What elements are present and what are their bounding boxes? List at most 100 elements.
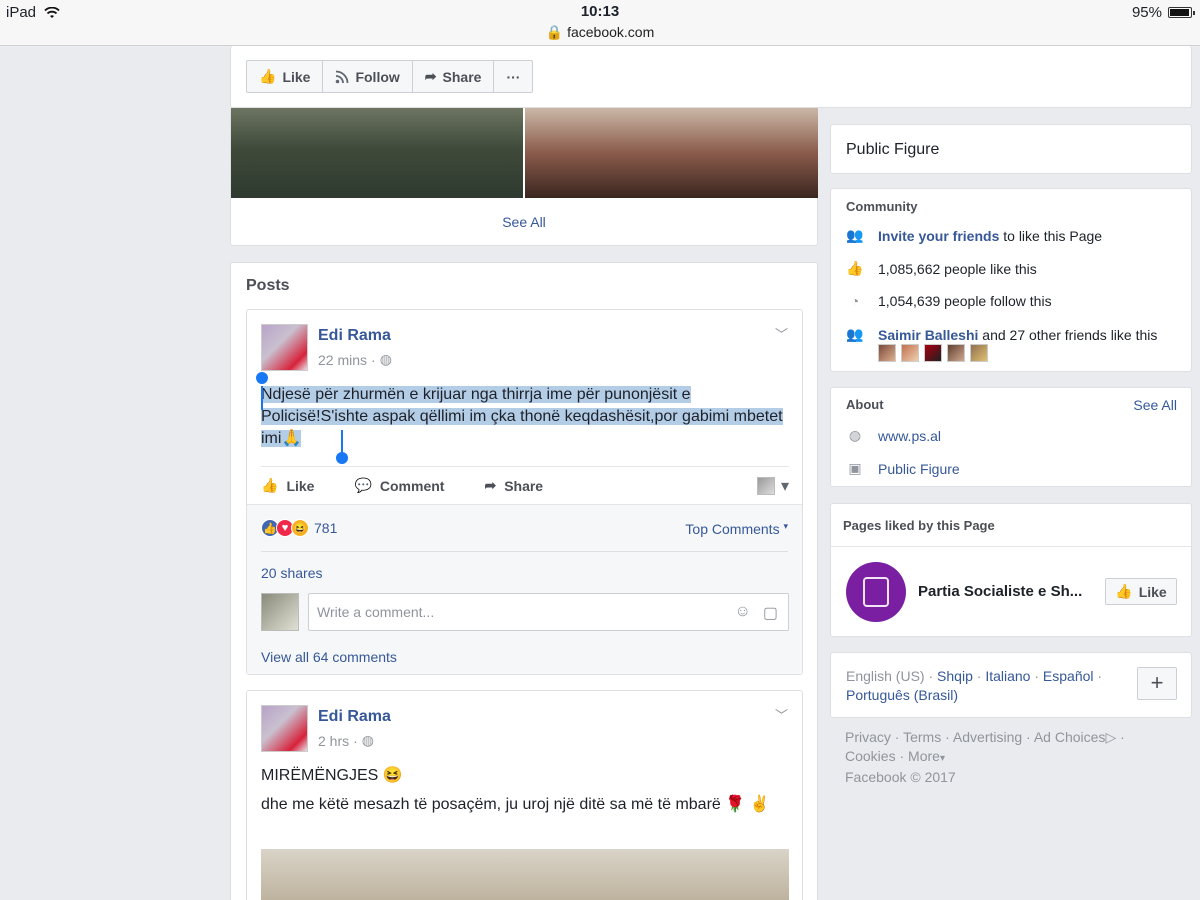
thumbs-up-icon: 👍 [261,477,279,493]
footer-link[interactable]: Ad Choices [1034,729,1106,745]
post-text-line: MIRËMËNGJES 😆 [261,767,403,784]
footer-link[interactable]: Advertising [953,729,1022,745]
see-all-photos-link[interactable]: See All [231,214,817,230]
invite-friends-row: 👥 Invite your friends to like this Page [846,227,1102,244]
add-language-button[interactable]: + [1137,667,1177,700]
photo-audience[interactable] [525,108,818,198]
author-name[interactable]: Edi Rama [318,327,391,345]
photo-rally-crowd[interactable] [231,108,523,198]
friend-thumbnails [878,344,988,362]
thumbs-up-icon: 👍 [259,68,277,84]
sticker-icon[interactable]: ▢ [763,603,778,623]
url-text: facebook.com [567,24,655,40]
likes-row: 👍 1,085,662 people like this [846,260,1037,277]
selection-end-caret [341,430,343,454]
category-link[interactable]: Public Figure [878,461,960,477]
feedback-section: 👍 ♥ 😆 781 Top Comments ▾ 20 shares Write… [247,504,802,674]
current-language: English (US) [846,668,925,684]
friend-thumbnail[interactable] [901,344,919,362]
language-option[interactable]: Português (Brasil) [846,687,958,703]
post-text-line: dhe me këtë mesazh të posaçëm, ju uroj n… [261,796,770,813]
battery-icon [1168,7,1195,18]
post-share-button[interactable]: ➦ Share [484,477,543,494]
emoji-icon[interactable]: ☺ [735,603,751,623]
friend-thumbnail[interactable] [947,344,965,362]
share-arrow-icon: ➦ [424,68,437,84]
post-comment-button[interactable]: 💬 Comment [354,477,444,494]
friend-thumbnail[interactable] [970,344,988,362]
footer-link[interactable]: Cookies [845,748,896,764]
separator-dot: · [353,732,358,749]
address-bar[interactable]: 🔒 facebook.com [0,24,1200,41]
post-time[interactable]: 22 mins [318,352,367,368]
globe-icon: ◍ [848,427,862,443]
category-tag-icon: ▣ [848,460,862,476]
shares-link[interactable]: 20 shares [261,565,322,581]
battery-percent: 95% [1131,4,1162,21]
selection-start-handle[interactable] [256,372,268,384]
page-share-label: Share [442,68,482,85]
footer-link[interactable]: More [908,748,940,764]
post-like-button[interactable]: 👍 Like [261,477,314,494]
language-option[interactable]: Italiano [985,668,1030,684]
language-option[interactable]: Español [1043,668,1094,684]
invite-rest: to like this Page [999,227,1103,244]
chevron-down-icon[interactable]: ﹀ [775,324,788,343]
comment-input-icons: ☺ ▢ [735,603,778,623]
about-title: About [846,397,884,412]
reactions-summary[interactable]: 👍 ♥ 😆 781 [261,519,337,537]
author-avatar[interactable] [261,324,308,371]
liked-page-name[interactable]: Partia Socialiste e Sh... [918,583,1093,600]
language-option[interactable]: Shqip [937,668,973,684]
footer-link[interactable]: Privacy [845,729,891,745]
page-like-button[interactable]: 👍 Like [247,61,324,92]
liked-page-like-button[interactable]: 👍 Like [1105,578,1177,605]
about-card: About See All ◍ www.ps.al ▣ Public Figur… [830,387,1192,487]
page-action-bar: 👍 Like Follow ➦ Share ··· [246,60,534,93]
friends-icon: 👥 [846,227,864,243]
more-options-button[interactable]: ··· [494,61,532,92]
post-photo[interactable] [261,849,789,900]
comment-composer: Write a comment... ☺ ▢ [261,593,789,631]
rss-icon [336,70,349,83]
share-arrow-icon: ➦ [484,477,497,493]
top-comments-dropdown[interactable]: Top Comments ▾ [685,521,788,537]
invite-friends-link[interactable]: Invite your friends [878,228,999,244]
post-time[interactable]: 2 hrs [318,733,349,749]
page-logo-avatar[interactable] [846,562,906,622]
post: Edi Rama 2 hrs · ◍ ﹀ MIRËMËNGJES 😆 dhe m… [246,690,803,900]
follows-count-text: 1,054,639 people follow this [878,293,1052,309]
follow-button[interactable]: Follow [323,61,413,92]
author-name[interactable]: Edi Rama [318,708,391,726]
caret-down-icon: ▾ [783,521,788,531]
friend-name-link[interactable]: Saimir Balleshi [878,327,978,343]
chevron-down-icon[interactable]: ﹀ [775,705,788,724]
posts-section: Posts Edi Rama 22 mins · ◍ ﹀ Ndjesë për … [230,262,818,900]
category-row: ▣ Public Figure [846,460,960,477]
invite-text: Invite your friends to like this Page [878,228,1102,244]
post-as-selector[interactable]: ▾ [756,476,789,496]
post-as-avatar [756,476,775,495]
clock: 10:13 [580,3,620,20]
author-avatar[interactable] [261,705,308,752]
photos-card: See All [230,108,818,246]
page-actions-card: 👍 Like Follow ➦ Share ··· [230,46,1192,108]
about-see-all-link[interactable]: See All [1133,397,1177,413]
comment-input[interactable]: Write a comment... ☺ ▢ [308,593,789,631]
caret-down-icon: ▾ [939,753,945,764]
globe-icon: ◍ [379,351,392,367]
globe-icon: ◍ [361,732,375,748]
page-share-button[interactable]: ➦ Share [413,61,495,92]
friend-thumbnail[interactable] [878,344,896,362]
selection-end-handle[interactable] [336,452,348,464]
view-all-comments-link[interactable]: View all 64 comments [261,649,397,665]
friends-like-rest: and 27 other friends like this [978,326,1158,343]
separator-dot: · [371,351,376,368]
pages-liked-title: Pages liked by this Page [843,518,995,533]
website-link[interactable]: www.ps.al [878,428,941,444]
more-dots-icon: ··· [506,68,521,85]
friend-thumbnail[interactable] [924,344,942,362]
ios-status-bar: iPad 10:13 🔒 facebook.com 95% [0,0,1200,46]
likes-count-text: 1,085,662 people like this [878,260,1037,277]
footer-link[interactable]: Terms [903,729,941,745]
